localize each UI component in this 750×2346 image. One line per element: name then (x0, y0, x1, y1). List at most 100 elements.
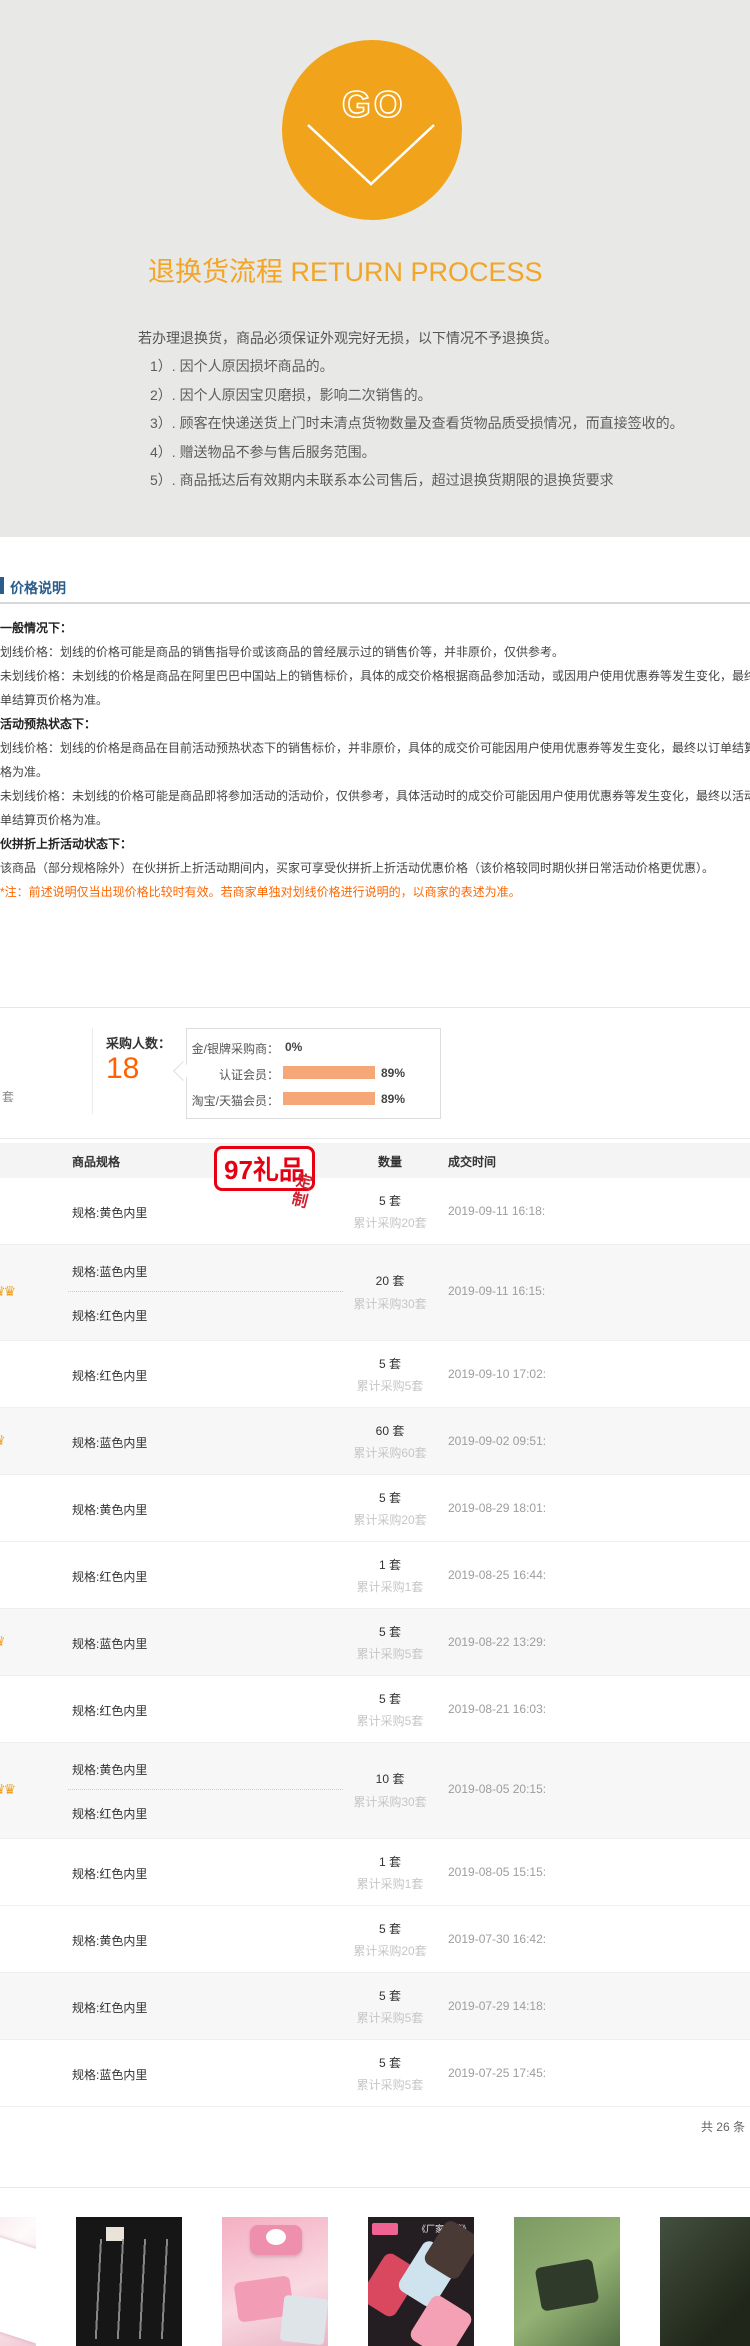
spec-cell: 规格:红色内里 (72, 1702, 147, 1719)
spec-cell: 规格:红色内里 (72, 1805, 147, 1822)
thumbnail-decoration (280, 2295, 328, 2345)
price-line: 单结算页价格为准。 (0, 808, 750, 832)
rule-item: 3）. 顾客在快递送货上门时未清点货物数量及查看货物品质受损情况，而直接签收的。 (150, 409, 750, 438)
page: GO 退换货流程 RETURN PROCESS 若办理退换货，商品必须保证外观完… (0, 0, 750, 2346)
rule-item: 5）. 商品抵达后有效期内未联系本公司售后，超过退换货期限的退换货要求 (150, 466, 750, 495)
dotted-divider (68, 1789, 343, 1790)
thumbnail-decoration (266, 2229, 286, 2245)
spec-cell: 规格:黄色内里 (72, 1501, 147, 1518)
product-thumbnail[interactable] (76, 2217, 182, 2346)
spec-cell: 规格:蓝色内里 (72, 1434, 147, 1451)
buyer-stat-row: 认证会员： 89% (187, 1065, 440, 1081)
table-row: 规格:红色内里 5 套 累计采购5套 2019-09-10 17:02: (0, 1341, 750, 1408)
dotted-divider (68, 1291, 343, 1292)
table-header: 商品规格 数量 成交时间 (0, 1143, 750, 1178)
qty-cell: 5 套 (310, 2054, 470, 2071)
stat-percent: 89% (381, 1066, 405, 1080)
price-line: 未划线价格：未划线的价格可能是商品即将参加活动的活动价，仅供参考，具体活动时的成… (0, 784, 750, 808)
buyer-breakdown-box: 金/银牌采购商： 0% 认证会员： 89% 淘宝/天猫会员： 89% (186, 1028, 441, 1119)
column-header-time: 成交时间 (448, 1153, 496, 1170)
qty-total-cell: 累计采购5套 (310, 2009, 470, 2026)
price-line: 伙拼折上折活动状态下： (0, 832, 750, 856)
table-row: 规格:红色内里 5 套 累计采购5套 2019-07-29 14:18: (0, 1973, 750, 2040)
divider (0, 1007, 750, 1008)
time-cell: 2019-08-05 20:15: (448, 1782, 546, 1796)
qty-total-cell: 累计采购5套 (310, 1645, 470, 1662)
buyer-stat-row: 金/银牌采购商： 0% (187, 1039, 440, 1055)
time-cell: 2019-07-29 14:18: (448, 1999, 546, 2013)
section-accent-bar (0, 577, 4, 594)
table-row: ♛♛ 规格:黄色内里 规格:红色内里 10 套 累计采购30套 2019-08-… (0, 1743, 750, 1839)
qty-total-cell: 累计采购20套 (310, 1214, 470, 1231)
rule-item: 1）. 因个人原因损坏商品的。 (150, 352, 750, 381)
table-row: 规格:黄色内里 5 套 累计采购20套 2019-09-11 16:18: (0, 1178, 750, 1245)
divider (0, 1138, 750, 1139)
qty-cell: 1 套 (310, 1853, 470, 1870)
record-count: 共 26 条 (701, 2118, 745, 2135)
return-process-title: 退换货流程 RETURN PROCESS (148, 250, 608, 289)
qty-total-cell: 累计采购20套 (310, 1511, 470, 1528)
time-cell: 2019-07-30 16:42: (448, 1932, 546, 1946)
stat-bar (283, 1092, 375, 1105)
thumbnail-decoration (90, 2239, 170, 2339)
product-thumbnail[interactable]: 《厂家直销》 (368, 2217, 474, 2346)
qty-total-cell: 累计采购20套 (310, 1942, 470, 1959)
stat-bar (283, 1066, 375, 1079)
stat-percent: 89% (381, 1092, 405, 1106)
spec-cell: 规格:黄色内里 (72, 1204, 147, 1221)
divider (0, 2187, 750, 2188)
time-cell: 2019-07-25 17:45: (448, 2066, 546, 2080)
qty-cell: 5 套 (310, 1623, 470, 1640)
spec-cell: 规格:红色内里 (72, 1999, 147, 2016)
spec-cell: 规格:红色内里 (72, 1367, 147, 1384)
product-thumbnail[interactable] (222, 2217, 328, 2346)
spec-cell: 规格:红色内里 (72, 1568, 147, 1585)
chevron-down-icon (307, 124, 435, 188)
time-cell: 2019-09-11 16:15: (448, 1284, 545, 1298)
thumbnail-decoration (0, 2236, 36, 2343)
product-thumbnail[interactable] (514, 2217, 620, 2346)
product-thumbnail[interactable] (0, 2217, 36, 2346)
qty-total-cell: 累计采购1套 (310, 1875, 470, 1892)
price-line: 未划线价格：未划线的价格是商品在阿里巴巴中国站上的销售标价，具体的成交价格根据商… (0, 664, 750, 688)
buyer-rank-icon: ♛ (0, 1633, 4, 1650)
qty-total-cell: 累计采购30套 (310, 1295, 470, 1312)
time-cell: 2019-09-11 16:18: (448, 1204, 545, 1218)
qty-cell: 60 套 (310, 1422, 470, 1439)
return-process-banner: GO 退换货流程 RETURN PROCESS 若办理退换货，商品必须保证外观完… (0, 0, 750, 537)
time-cell: 2019-08-05 15:15: (448, 1865, 546, 1879)
time-cell: 2019-08-21 16:03: (448, 1702, 546, 1716)
return-policy-intro: 若办理退换货，商品必须保证外观完好无损，以下情况不予退换货。 (138, 328, 558, 348)
spec-cell: 规格:黄色内里 (72, 1761, 147, 1778)
transaction-table: 规格:黄色内里 5 套 累计采购20套 2019-09-11 16:18: ♛♛… (0, 1178, 750, 2107)
qty-total-cell: 累计采购1套 (310, 1578, 470, 1595)
go-label: GO (342, 84, 406, 126)
table-row: 规格:蓝色内里 5 套 累计采购5套 2019-07-25 17:45: (0, 2040, 750, 2107)
price-note: *注：前述说明仅当出现价格比较时有效。若商家单独对划线价格进行说明的，以商家的表… (0, 880, 750, 904)
qty-total-cell: 累计采购60套 (310, 1444, 470, 1461)
time-cell: 2019-08-29 18:01: (448, 1501, 546, 1515)
stat-label: 认证会员： (187, 1066, 279, 1083)
price-explanation: 一般情况下： 划线价格：划线的价格可能是商品的销售指导价或该商品的曾经展示过的销… (0, 616, 750, 904)
table-row: 规格:黄色内里 5 套 累计采购20套 2019-07-30 16:42: (0, 1906, 750, 1973)
price-section-title: 价格说明 (10, 578, 66, 598)
table-row: 规格:黄色内里 5 套 累计采购20套 2019-08-29 18:01: (0, 1475, 750, 1542)
qty-cell: 5 套 (310, 1489, 470, 1506)
qty-total-cell: 累计采购5套 (310, 1712, 470, 1729)
buyer-stat-row: 淘宝/天猫会员： 89% (187, 1091, 440, 1107)
buyer-rank-icon: ♛♛ (0, 1283, 14, 1300)
time-cell: 2019-09-10 17:02: (448, 1367, 546, 1381)
go-badge: GO (282, 40, 462, 220)
rule-item: 4）. 赠送物品不参与售后服务范围。 (150, 438, 750, 467)
product-thumbnail[interactable] (660, 2217, 750, 2346)
spec-cell: 规格:红色内里 (72, 1307, 147, 1324)
table-row: ♛ 规格:蓝色内里 5 套 累计采购5套 2019-08-22 13:29: (0, 1609, 750, 1676)
buyers-count: 18 (106, 1052, 139, 1086)
spec-cell: 规格:蓝色内里 (72, 1263, 147, 1280)
table-row: 规格:红色内里 1 套 累计采购1套 2019-08-05 15:15: (0, 1839, 750, 1906)
time-cell: 2019-09-02 09:51: (448, 1434, 546, 1448)
qty-cell: 5 套 (310, 1987, 470, 2004)
sales-unit-label: 套 (2, 1088, 14, 1105)
qty-total-cell: 累计采购30套 (310, 1793, 470, 1810)
price-line: 一般情况下： (0, 616, 750, 640)
